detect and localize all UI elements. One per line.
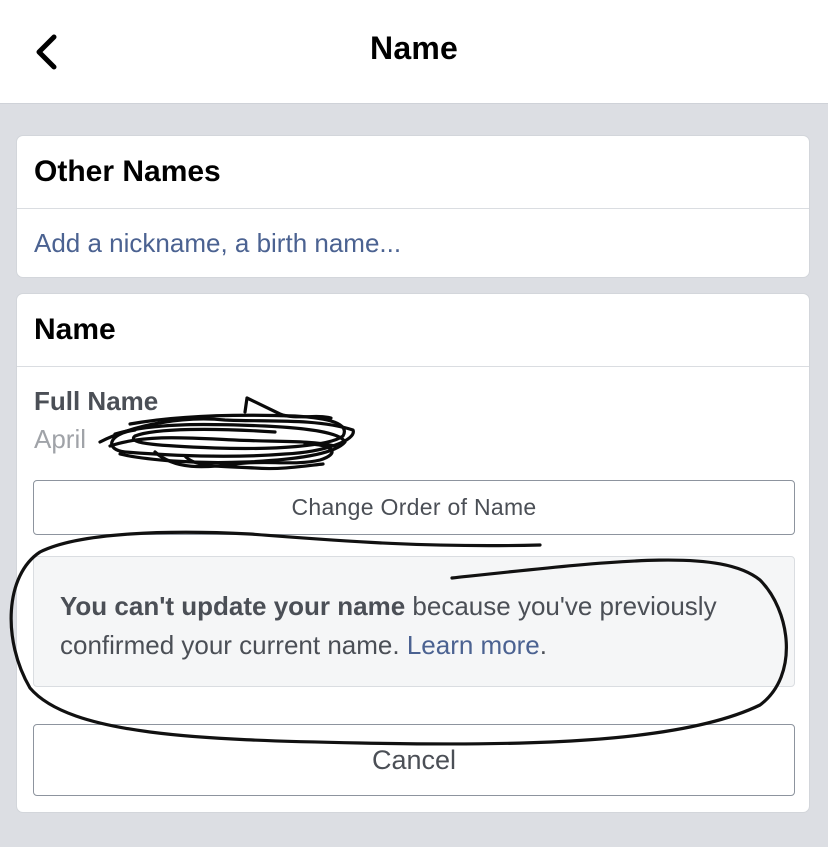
notice-period: . — [539, 630, 548, 660]
redaction-scribble — [98, 396, 355, 471]
name-settings-screen: Name Other Names Add a nickname, a birth… — [0, 0, 828, 847]
name-locked-notice: You can't update your name because you'v… — [33, 556, 795, 687]
name-heading: Name — [17, 294, 809, 367]
notice-bold-text: You can't update your name — [60, 591, 406, 621]
top-navigation-bar: Name — [0, 0, 828, 104]
change-order-of-name-button[interactable]: Change Order of Name — [33, 480, 795, 535]
other-names-card: Other Names Add a nickname, a birth name… — [16, 135, 810, 278]
other-names-heading: Other Names — [17, 136, 809, 209]
add-other-name-link[interactable]: Add a nickname, a birth name... — [17, 209, 809, 277]
full-name-value: April — [34, 424, 87, 454]
page-title: Name — [370, 30, 458, 66]
cancel-button[interactable]: Cancel — [33, 724, 795, 796]
learn-more-link[interactable]: Learn more — [407, 630, 540, 660]
name-card: Name Full Name April Change Order of Nam… — [16, 293, 810, 813]
